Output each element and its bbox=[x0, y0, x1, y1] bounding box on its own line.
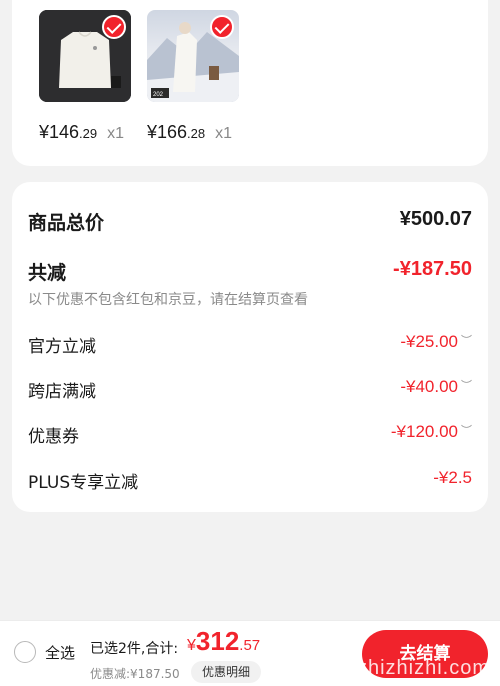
svg-text:202: 202 bbox=[153, 92, 164, 98]
price-int: ¥166 bbox=[147, 122, 188, 142]
discount-item-value: -¥120.00 ︶ bbox=[391, 422, 472, 442]
selected-check-icon[interactable] bbox=[102, 15, 126, 39]
product-price-1: ¥146.29 x1 bbox=[39, 122, 124, 143]
total-price: ¥312.57 bbox=[187, 626, 260, 657]
discount-item-value: -¥25.00 ︶ bbox=[400, 332, 472, 352]
discount-item-label: 优惠券 bbox=[28, 427, 79, 447]
select-all-radio[interactable] bbox=[14, 641, 36, 663]
price-int: ¥146 bbox=[39, 122, 80, 142]
total-discount-label: 共减 bbox=[28, 262, 67, 284]
product-thumbnail-2[interactable]: 202 bbox=[147, 10, 239, 102]
chevron-down-icon[interactable]: ︶ bbox=[461, 422, 472, 438]
value-text: -¥25.00 bbox=[400, 332, 458, 351]
discount-summary: 优惠减:¥187.50 bbox=[90, 667, 180, 681]
total-int: 312 bbox=[195, 626, 240, 656]
value-text: -¥120.00 bbox=[390, 422, 458, 441]
value-text: -¥40.00 bbox=[400, 377, 458, 396]
price-summary-card: 商品总价 ¥500.07 共减 -¥187.50 以下优惠不包含红包和京豆，请在… bbox=[12, 182, 488, 512]
checkout-button[interactable]: 去结算 bbox=[362, 630, 488, 678]
product-thumbnail-1[interactable] bbox=[39, 10, 131, 102]
chevron-down-icon[interactable]: ︶ bbox=[461, 377, 472, 393]
quantity: x1 bbox=[215, 125, 233, 142]
discount-item-label: 官方立减 bbox=[28, 337, 96, 357]
selected-count-label: 已选2件,合计: bbox=[90, 641, 179, 657]
discount-detail-button[interactable]: 优惠明细 bbox=[191, 661, 261, 683]
discount-item-value: -¥2.5 bbox=[433, 468, 472, 487]
quantity: x1 bbox=[107, 125, 125, 142]
goods-total-value: ¥500.07 bbox=[399, 208, 472, 230]
total-discount-value: -¥187.50 bbox=[393, 258, 472, 280]
price-dec: .29 bbox=[79, 126, 98, 141]
discount-item-value: -¥40.00 ︶ bbox=[400, 377, 472, 397]
discount-item-label: 跨店满减 bbox=[28, 382, 96, 402]
discount-note: 以下优惠不包含红包和京豆，请在结算页查看 bbox=[28, 292, 308, 308]
total-dec: .57 bbox=[239, 637, 261, 654]
total-currency: ¥ bbox=[187, 637, 196, 654]
checkout-bar: 全选 已选2件,合计: ¥312.57 优惠减:¥187.50 优惠明细 去结算 bbox=[0, 620, 500, 686]
product-price-2: ¥166.28 x1 bbox=[147, 122, 232, 143]
select-all-label[interactable]: 全选 bbox=[45, 642, 75, 663]
chevron-down-icon[interactable]: ︶ bbox=[461, 332, 472, 348]
discount-item-label: PLUS专享立减 bbox=[28, 473, 139, 493]
cart-products-card: 202 ¥146.29 x1 ¥166.28 x1 bbox=[12, 0, 488, 166]
selected-check-icon[interactable] bbox=[210, 15, 234, 39]
goods-total-label: 商品总价 bbox=[28, 212, 105, 234]
price-dec: .28 bbox=[187, 126, 206, 141]
